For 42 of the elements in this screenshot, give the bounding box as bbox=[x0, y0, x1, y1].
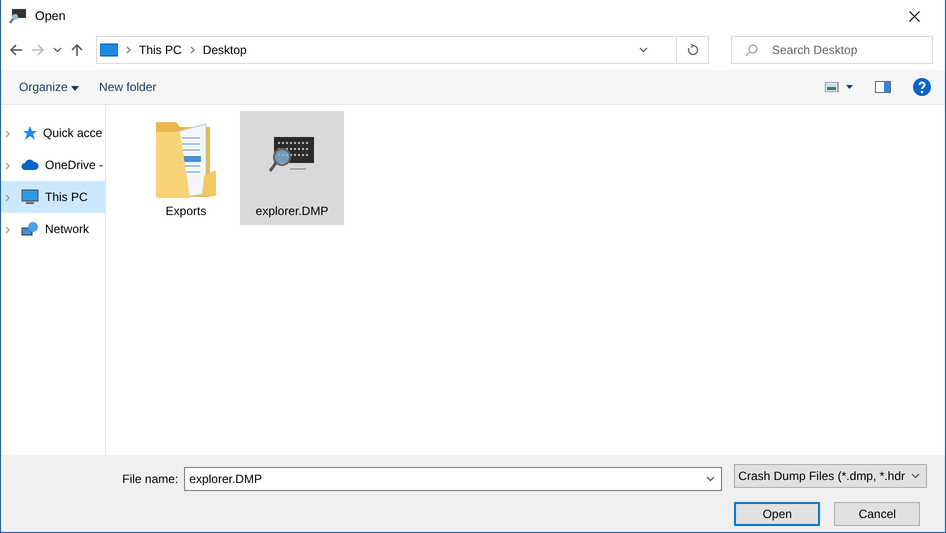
file-item[interactable]: explorer.DMP bbox=[240, 111, 344, 225]
help-icon[interactable] bbox=[913, 78, 931, 96]
cloud-icon bbox=[21, 159, 39, 171]
computer-icon bbox=[100, 43, 118, 57]
expand-icon[interactable] bbox=[5, 162, 10, 170]
network-icon bbox=[21, 221, 39, 237]
app-icon bbox=[9, 8, 27, 24]
dropdown-icon[interactable] bbox=[639, 47, 648, 53]
caret-icon bbox=[71, 86, 80, 91]
up-icon[interactable] bbox=[70, 43, 84, 57]
sidebar-item[interactable]: OneDrive - bbox=[1, 149, 105, 181]
dropdown-icon bbox=[911, 473, 920, 479]
refresh-icon[interactable] bbox=[686, 44, 698, 56]
search-icon bbox=[745, 44, 758, 57]
expand-icon[interactable] bbox=[5, 130, 10, 138]
search-field[interactable]: Search Desktop bbox=[731, 36, 933, 64]
expand-icon[interactable] bbox=[5, 226, 10, 234]
organize-button[interactable]: Organize bbox=[13, 76, 86, 98]
star-icon bbox=[21, 125, 37, 141]
computer-icon bbox=[21, 189, 39, 205]
open-button[interactable]: Open bbox=[734, 502, 820, 526]
window-title: Open bbox=[35, 9, 66, 23]
sidebar-item[interactable]: Quick acce bbox=[1, 117, 105, 149]
file-type-dropdown[interactable]: Crash Dump Files (*.dmp, *.hdr bbox=[734, 464, 927, 488]
sidebar-item[interactable]: This PC bbox=[1, 181, 105, 213]
breadcrumb[interactable]: This PC bbox=[139, 43, 182, 57]
file-name-field[interactable]: explorer.DMP bbox=[184, 467, 722, 492]
chevron-icon bbox=[190, 46, 195, 54]
recent-icon[interactable] bbox=[53, 47, 62, 53]
preview-pane-icon[interactable] bbox=[875, 81, 891, 93]
view-icon[interactable] bbox=[825, 82, 853, 92]
close-icon[interactable] bbox=[909, 10, 920, 22]
file-name-label: File name: bbox=[122, 472, 178, 486]
file-item[interactable]: Exports bbox=[134, 111, 238, 225]
sidebar-item[interactable]: Network bbox=[1, 213, 105, 245]
dropdown-icon[interactable] bbox=[706, 476, 716, 482]
cancel-button[interactable]: Cancel bbox=[834, 502, 920, 526]
breadcrumb[interactable]: Desktop bbox=[202, 43, 247, 57]
new-folder-button[interactable]: New folder bbox=[93, 76, 162, 98]
back-icon[interactable] bbox=[9, 43, 23, 57]
address-bar[interactable]: This PC Desktop bbox=[96, 36, 709, 64]
chevron-icon bbox=[126, 46, 131, 54]
